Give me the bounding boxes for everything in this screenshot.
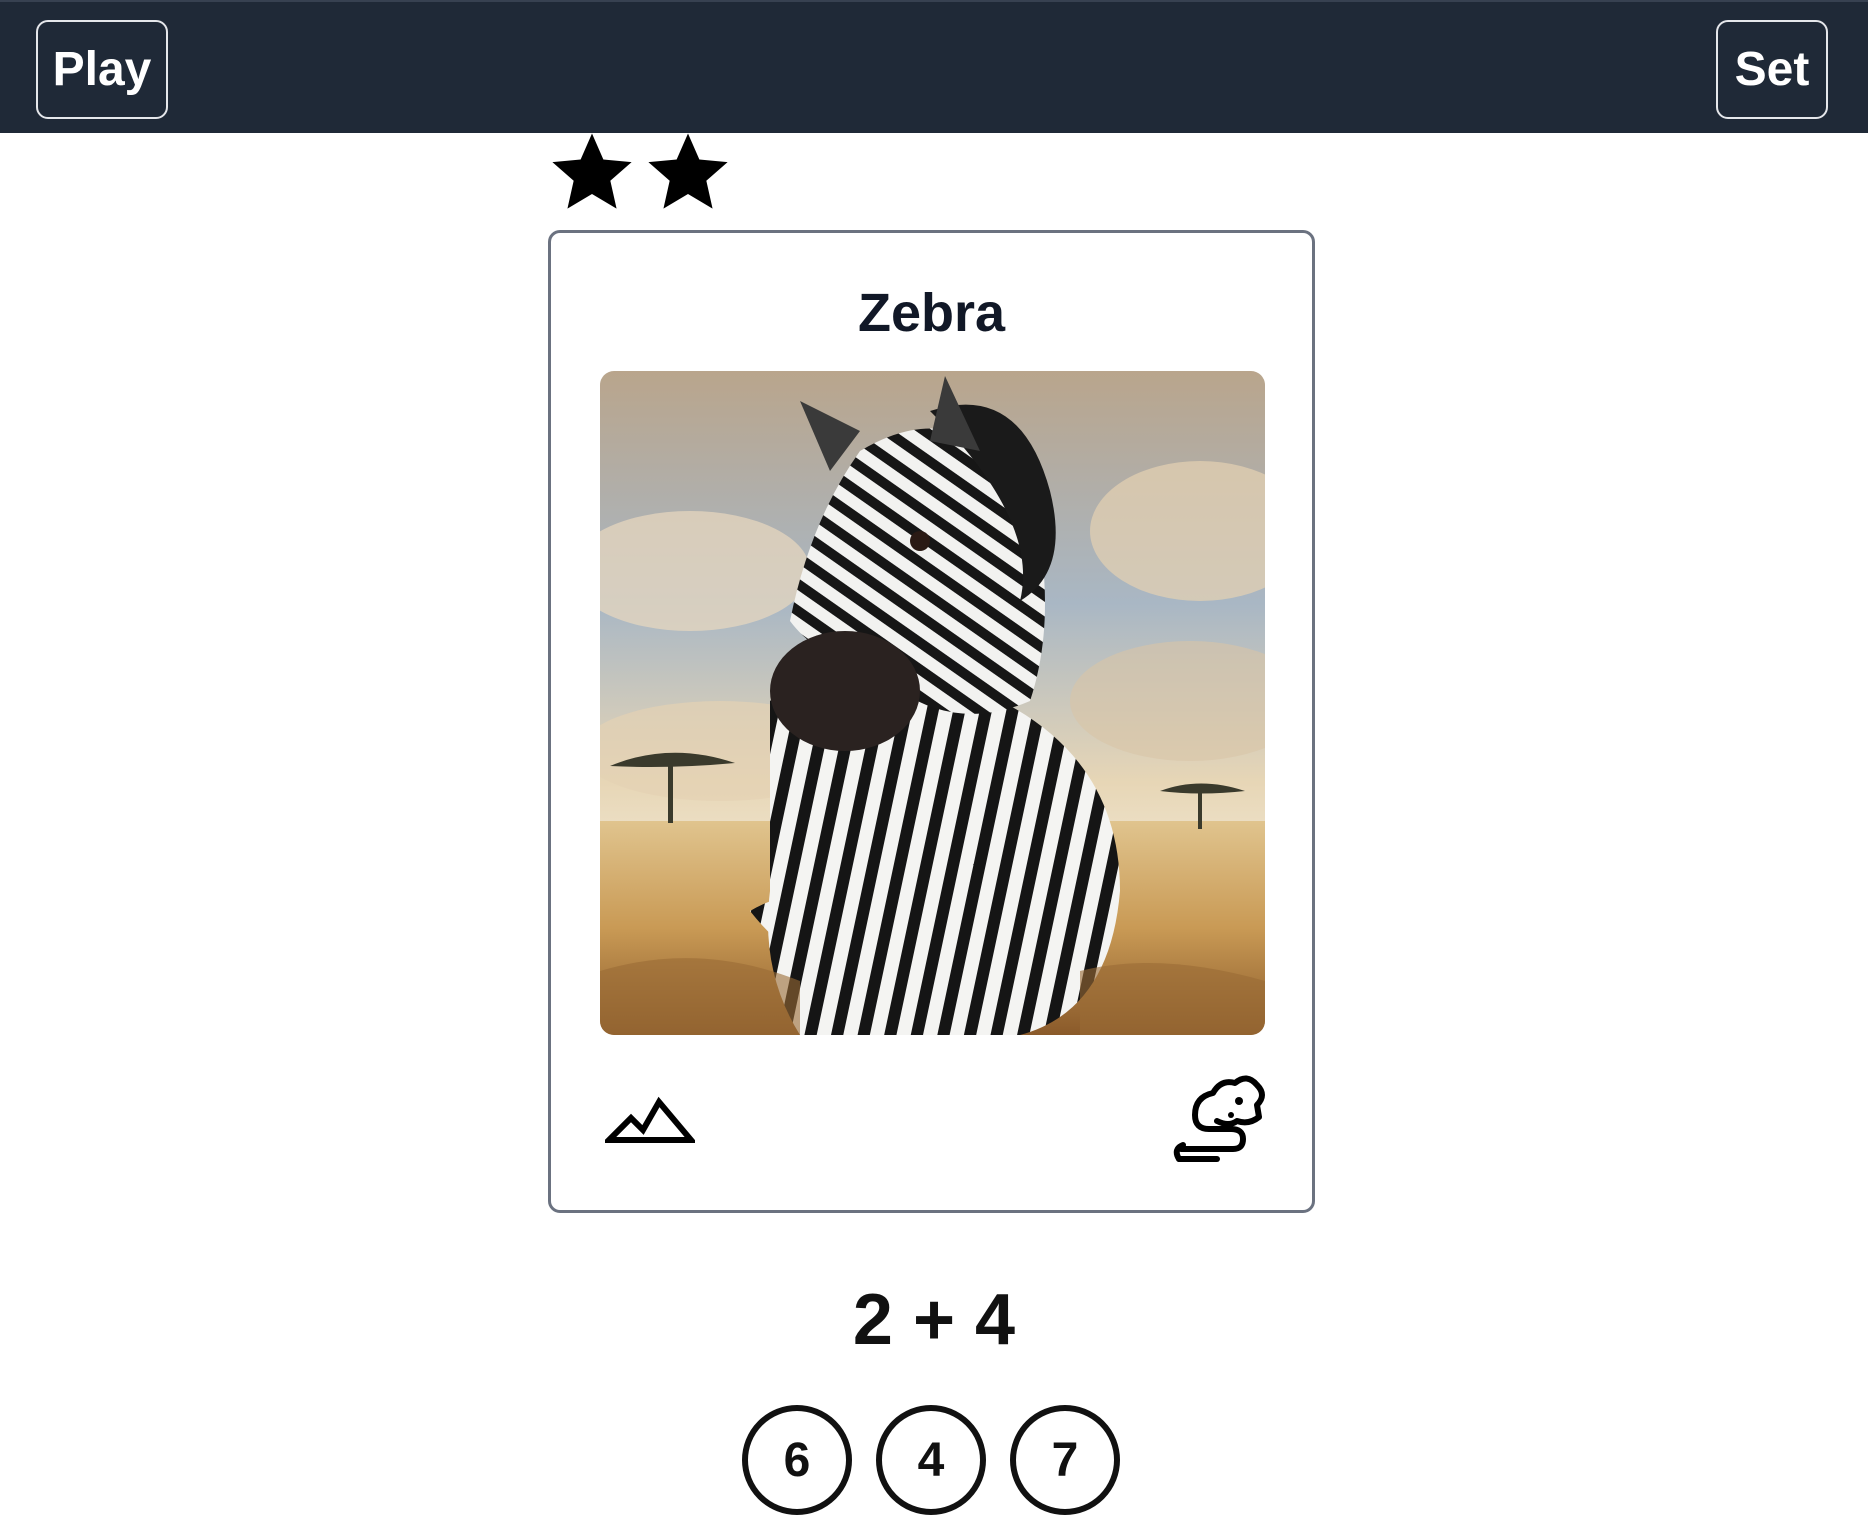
animal-name: Zebra (857, 283, 1006, 343)
rodent-icon (1173, 1075, 1265, 1162)
math-question: 2 + 4 (852, 1280, 1016, 1360)
answer-option[interactable]: 4 (876, 1405, 986, 1515)
play-button[interactable]: Play (36, 20, 168, 119)
star-icon (552, 133, 632, 209)
animal-card: Zebra (548, 230, 1315, 1213)
answer-option[interactable]: 7 (1010, 1405, 1120, 1515)
answer-options: 6 4 7 (742, 1405, 1120, 1515)
animal-photo (600, 371, 1265, 1035)
settings-button[interactable]: Set (1716, 20, 1828, 119)
mountain-icon (605, 1096, 695, 1143)
star-rating (548, 128, 732, 216)
answer-option[interactable]: 6 (742, 1405, 852, 1515)
top-bar: Play Set (0, 0, 1868, 133)
star-icon (648, 133, 728, 209)
